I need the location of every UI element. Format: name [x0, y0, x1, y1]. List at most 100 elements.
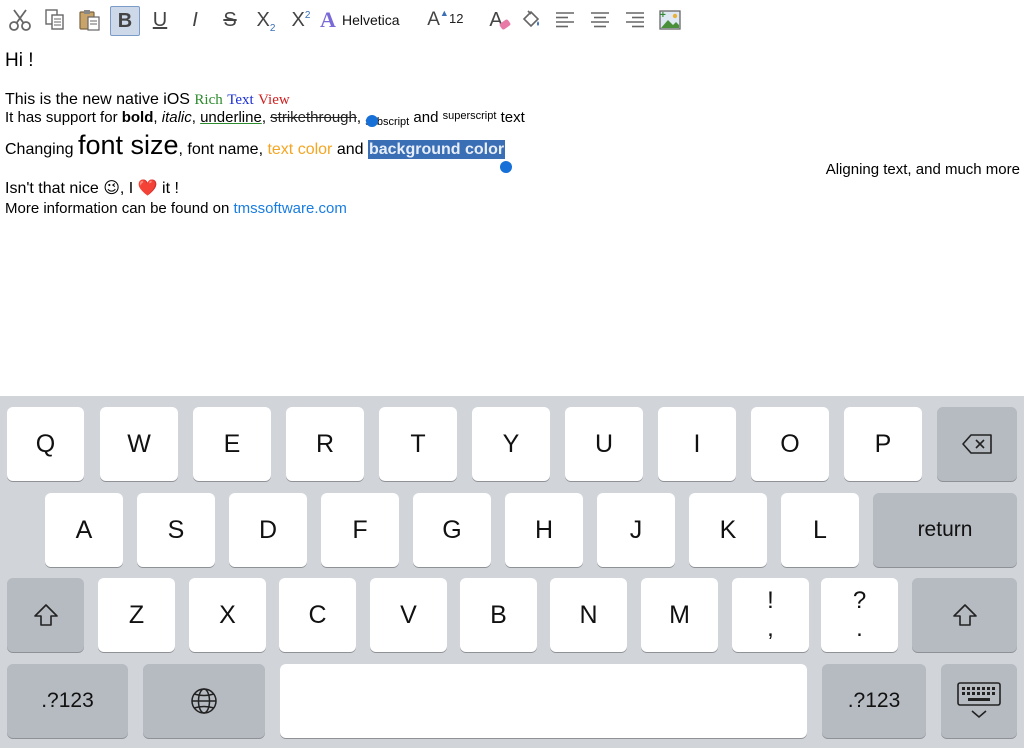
- key-b[interactable]: B: [460, 578, 537, 652]
- superscript-icon: X2: [291, 8, 311, 31]
- onscreen-keyboard: Q W E R T Y U I O P A S D F G H J K L re…: [0, 396, 1024, 748]
- key-bottom-char: .: [856, 615, 863, 642]
- text-color-button[interactable]: A: [483, 5, 512, 35]
- wink-emoji-icon: 😉: [103, 180, 120, 197]
- separator: ,: [153, 109, 162, 126]
- bold-button[interactable]: B: [110, 6, 140, 36]
- insert-image-button[interactable]: +: [657, 5, 683, 35]
- globe-key[interactable]: [143, 664, 265, 738]
- key-k[interactable]: K: [689, 493, 767, 567]
- font-icon: A: [320, 8, 336, 32]
- key-t[interactable]: T: [379, 407, 457, 481]
- key-g[interactable]: G: [413, 493, 491, 567]
- key-m[interactable]: M: [641, 578, 718, 652]
- key-l[interactable]: L: [781, 493, 859, 567]
- key-d[interactable]: D: [229, 493, 307, 567]
- selection-end-handle[interactable]: [500, 161, 512, 173]
- key-s[interactable]: S: [137, 493, 215, 567]
- subscript-button[interactable]: X2: [253, 5, 279, 35]
- strikethrough-button[interactable]: S: [218, 5, 242, 35]
- key-w[interactable]: W: [100, 407, 178, 481]
- return-key[interactable]: return: [873, 493, 1017, 567]
- paste-icon: [79, 10, 100, 31]
- features-line: It has support for bold, italic, underli…: [5, 109, 525, 128]
- key-u[interactable]: U: [565, 407, 643, 481]
- font-size-value[interactable]: 12: [449, 11, 463, 26]
- website-link[interactable]: tmssoftware.com: [233, 200, 346, 217]
- right-aligned-line: Aligning text, and much more: [825, 161, 1020, 178]
- text-word: Text: [227, 92, 254, 108]
- view-word: View: [258, 92, 290, 108]
- features-suffix: text: [496, 109, 525, 126]
- copy-button[interactable]: [43, 5, 67, 35]
- paste-button[interactable]: [78, 5, 102, 35]
- key-top-char: !: [767, 587, 774, 614]
- key-top-char: ?: [852, 587, 867, 614]
- separator: ,: [191, 109, 201, 126]
- font-size-icon: A▲: [427, 8, 449, 30]
- key-r[interactable]: R: [286, 407, 364, 481]
- shift-key-left[interactable]: [7, 578, 84, 652]
- intro-line: This is the new native iOS Rich Text Vie…: [5, 91, 290, 109]
- align-center-icon: [591, 12, 609, 28]
- align-right-button[interactable]: [623, 5, 647, 35]
- key-h[interactable]: H: [505, 493, 583, 567]
- superscript-sample: superscript: [442, 110, 497, 122]
- key-i[interactable]: I: [658, 407, 736, 481]
- key-f[interactable]: F: [321, 493, 399, 567]
- font-size-line: Changing font size, font name, text colo…: [5, 130, 506, 161]
- key-exclamation-comma[interactable]: !,: [732, 578, 809, 652]
- key-c[interactable]: C: [279, 578, 356, 652]
- hide-keyboard-key[interactable]: [941, 664, 1017, 738]
- intro-text: This is the new native iOS: [5, 91, 195, 108]
- numbers-key-left[interactable]: .?123: [7, 664, 128, 738]
- key-y[interactable]: Y: [472, 407, 550, 481]
- key-a[interactable]: A: [45, 493, 123, 567]
- superscript-button[interactable]: X2: [288, 5, 314, 35]
- emoji-mid: , I: [119, 180, 138, 197]
- font-name-label[interactable]: Helvetica: [342, 12, 400, 28]
- key-question-period[interactable]: ?.: [821, 578, 898, 652]
- emoji-suffix: it !: [157, 180, 179, 197]
- numbers-key-right[interactable]: .?123: [822, 664, 926, 738]
- separator: ,: [356, 109, 366, 126]
- and-text: and: [332, 141, 368, 158]
- copy-icon: [45, 9, 64, 30]
- strikethrough-sample: strikethrough: [270, 109, 357, 126]
- shift-icon: [33, 604, 58, 626]
- separator: ,: [261, 109, 271, 126]
- backspace-icon: [962, 434, 992, 454]
- key-z[interactable]: Z: [98, 578, 175, 652]
- underline-sample: underline: [200, 109, 262, 126]
- italic-button[interactable]: I: [183, 5, 207, 35]
- key-j[interactable]: J: [597, 493, 675, 567]
- bold-icon: B: [117, 9, 133, 32]
- bold-sample: bold: [121, 109, 154, 126]
- font-size-prefix: Changing: [5, 141, 78, 158]
- key-v[interactable]: V: [370, 578, 447, 652]
- key-e[interactable]: E: [193, 407, 271, 481]
- key-p[interactable]: P: [844, 407, 922, 481]
- key-o[interactable]: O: [751, 407, 829, 481]
- key-x[interactable]: X: [189, 578, 266, 652]
- emoji-prefix: Isn't that nice: [5, 180, 104, 197]
- big-font-sample: font size: [77, 130, 179, 160]
- underline-button[interactable]: U: [148, 5, 172, 35]
- background-color-selection[interactable]: background color: [367, 140, 506, 159]
- formatting-toolbar: B U I S X2 X2 A Helvetica A▲ 12 A +: [0, 0, 1024, 40]
- space-bar[interactable]: [280, 664, 807, 738]
- key-n[interactable]: N: [550, 578, 627, 652]
- selection-start-handle[interactable]: [366, 115, 378, 127]
- align-center-button[interactable]: [588, 5, 612, 35]
- italic-icon: I: [192, 8, 198, 31]
- background-color-button[interactable]: [518, 5, 544, 35]
- font-button[interactable]: A: [318, 5, 342, 35]
- align-left-button[interactable]: [553, 5, 577, 35]
- shift-key-right[interactable]: [912, 578, 1017, 652]
- cut-button[interactable]: [8, 5, 32, 35]
- font-size-button[interactable]: A▲: [427, 5, 449, 35]
- info-prefix: More information can be found on: [5, 200, 234, 217]
- and-text: and: [409, 109, 443, 126]
- backspace-key[interactable]: [937, 407, 1017, 481]
- key-q[interactable]: Q: [7, 407, 84, 481]
